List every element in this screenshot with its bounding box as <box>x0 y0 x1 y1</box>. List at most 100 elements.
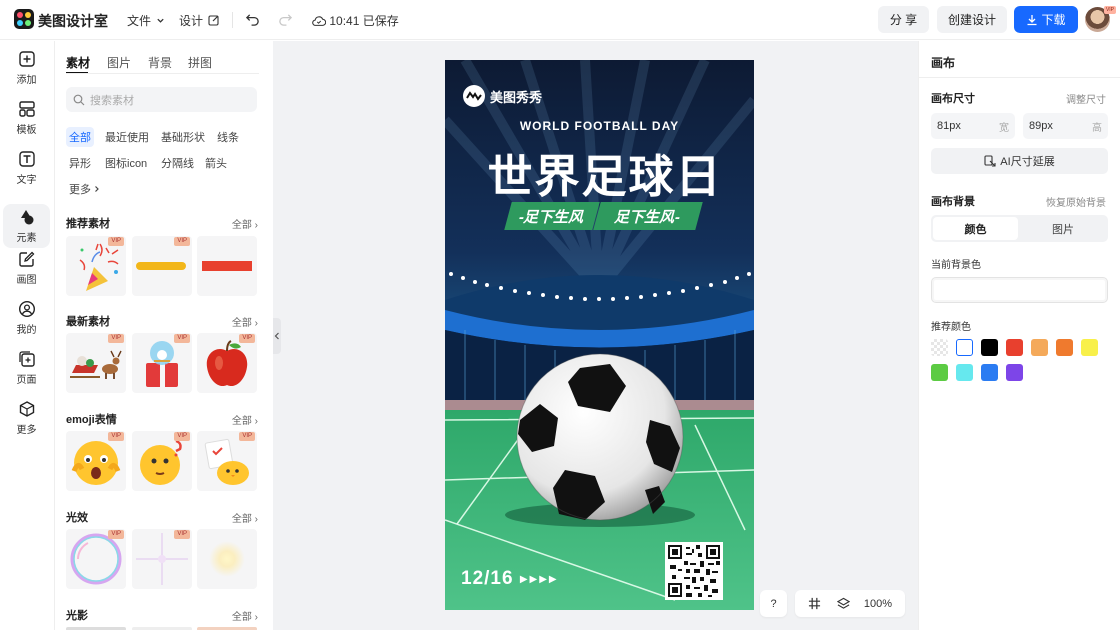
redo-icon[interactable] <box>278 12 293 27</box>
poster-title[interactable]: 世界足球日 <box>445 140 754 205</box>
poster-slogan-right[interactable]: 足下生风- <box>593 202 703 230</box>
material-thumb[interactable]: VIP <box>132 529 192 589</box>
chip-irregular[interactable]: 异形 <box>66 153 94 173</box>
material-thumb[interactable]: VIP <box>66 431 126 491</box>
material-thumb[interactable]: VIP <box>132 431 192 491</box>
rail-item-elements[interactable]: 元素 <box>3 204 50 248</box>
zoom-level[interactable]: 100% <box>864 598 892 610</box>
section-title-light-effects: 光效 <box>66 512 88 524</box>
section-all-light-shadow[interactable]: 全部 › <box>232 608 258 623</box>
rail-item-template[interactable]: 模板 <box>3 96 50 140</box>
poster-slogan-left[interactable]: -足下生风 <box>504 202 600 230</box>
poster-subtitle[interactable]: WORLD FOOTBALL DAY <box>445 119 754 133</box>
toolbar-divider <box>232 12 233 28</box>
color-swatch-white[interactable] <box>956 339 973 356</box>
color-swatch-purple[interactable] <box>1006 364 1023 381</box>
section-all-recommended[interactable]: 全部 › <box>232 216 258 231</box>
rail-item-add[interactable]: 添加 <box>3 46 50 90</box>
color-swatch-green[interactable] <box>931 364 948 381</box>
design-menu[interactable]: 设计 <box>179 12 220 29</box>
poster-canvas[interactable]: 美图秀秀 WORLD FOOTBALL DAY 世界足球日 -足下生风 足下生风… <box>445 60 754 610</box>
canvas-height-field[interactable]: 89px 高 <box>1023 113 1108 139</box>
panel-title-divider <box>919 77 1120 78</box>
cloud-check-icon <box>312 16 327 26</box>
layers-icon[interactable] <box>836 597 850 610</box>
poster-date[interactable]: 12/16 ▶▶▶▶ <box>461 568 559 590</box>
vip-badge: VIP <box>239 432 255 441</box>
material-thumb[interactable]: VIP <box>197 333 257 393</box>
color-swatch-blue[interactable] <box>981 364 998 381</box>
chip-lines[interactable]: 线条 <box>214 127 242 147</box>
chip-all[interactable]: 全部 <box>66 127 94 147</box>
chip-icons[interactable]: 图标icon <box>102 153 150 173</box>
red-bar-image <box>202 261 252 271</box>
undo-icon[interactable] <box>245 12 260 27</box>
help-button[interactable]: ? <box>760 590 787 617</box>
section-all-emoji[interactable]: 全部 › <box>232 412 258 427</box>
tab-background[interactable]: 背景 <box>148 54 172 71</box>
material-thumb[interactable]: VIP <box>132 236 192 296</box>
rail-label-mine: 我的 <box>16 325 37 336</box>
canvas-width-value: 81px <box>937 120 961 132</box>
chip-dividers[interactable]: 分隔线 <box>158 153 197 173</box>
rail-item-draw[interactable]: 画图 <box>3 246 50 290</box>
qr-code[interactable] <box>665 542 723 600</box>
chevron-right-icon <box>95 186 99 192</box>
left-rail: 添加 模板 文字 元素 画图 我的 页面 更多 <box>0 41 55 630</box>
color-swatch-red[interactable] <box>1006 339 1023 356</box>
canvas-width-field[interactable]: 81px 宽 <box>931 113 1015 139</box>
app-logo[interactable] <box>14 9 34 29</box>
share-button[interactable]: 分 享 <box>878 6 929 33</box>
material-thumb[interactable]: VIP <box>66 333 126 393</box>
rail-item-more[interactable]: 更多 <box>3 396 50 440</box>
rail-label-pages: 页面 <box>16 375 37 386</box>
chip-more-label: 更多 <box>69 184 91 196</box>
rail-item-pages[interactable]: 页面 <box>3 346 50 390</box>
resize-canvas-link[interactable]: 调整尺寸 <box>1066 91 1106 106</box>
download-button[interactable]: 下载 <box>1014 6 1078 33</box>
material-thumb[interactable] <box>197 529 257 589</box>
plus-square-icon <box>18 51 35 67</box>
panel-collapse-handle[interactable] <box>273 318 281 354</box>
tab-collage[interactable]: 拼图 <box>188 54 212 71</box>
meitu-logo-icon <box>463 85 485 107</box>
tab-images[interactable]: 图片 <box>107 54 131 71</box>
tab-material[interactable]: 素材 <box>66 54 90 71</box>
section-all-latest[interactable]: 全部 › <box>232 314 258 329</box>
color-swatch-cyan[interactable] <box>956 364 973 381</box>
material-thumb[interactable]: VIP <box>66 529 126 589</box>
color-swatch-black[interactable] <box>981 339 998 356</box>
rail-item-mine[interactable]: 我的 <box>3 296 50 340</box>
material-thumb[interactable]: VIP <box>132 333 192 393</box>
poster-brand[interactable]: 美图秀秀 <box>462 84 542 108</box>
current-bg-color-swatch[interactable] <box>931 277 1108 303</box>
color-swatch-yellow[interactable] <box>1081 339 1098 356</box>
chip-more[interactable]: 更多 <box>66 179 104 199</box>
create-design-button[interactable]: 创建设计 <box>937 6 1007 33</box>
color-swatch-orange[interactable] <box>1056 339 1073 356</box>
section-all-light-effects[interactable]: 全部 › <box>232 510 258 525</box>
section-title-emoji: emoji表情 <box>66 414 117 426</box>
material-thumb[interactable] <box>197 236 257 296</box>
color-swatch-light-orange[interactable] <box>1031 339 1048 356</box>
chip-arrows[interactable]: 箭头 <box>202 153 230 173</box>
chip-recent[interactable]: 最近使用 <box>102 127 152 147</box>
material-search-input[interactable]: 搜索素材 <box>66 87 257 112</box>
grid-icon[interactable] <box>808 597 821 610</box>
save-status: 10:41 已保存 <box>312 12 399 29</box>
color-swatch-transparent[interactable] <box>931 339 948 356</box>
vip-badge: VIP <box>174 237 190 246</box>
tab-bg-color[interactable]: 颜色 <box>933 217 1018 240</box>
file-menu[interactable]: 文件 <box>127 12 165 29</box>
brush-stroke-image <box>136 262 186 270</box>
tab-bg-image[interactable]: 图片 <box>1020 217 1106 240</box>
canvas-background-label: 画布背景 <box>931 196 975 208</box>
reset-background-link[interactable]: 恢复原始背景 <box>1046 194 1106 209</box>
chip-basic-shapes[interactable]: 基础形状 <box>158 127 208 147</box>
rail-item-text[interactable]: 文字 <box>3 146 50 190</box>
material-thumb[interactable]: VIP <box>197 431 257 491</box>
user-avatar[interactable]: VIP <box>1085 6 1116 32</box>
material-thumb[interactable]: VIP <box>66 236 126 296</box>
section-title-light-shadow: 光影 <box>66 610 88 622</box>
ai-resize-button[interactable]: AI尺寸延展 <box>931 148 1108 174</box>
